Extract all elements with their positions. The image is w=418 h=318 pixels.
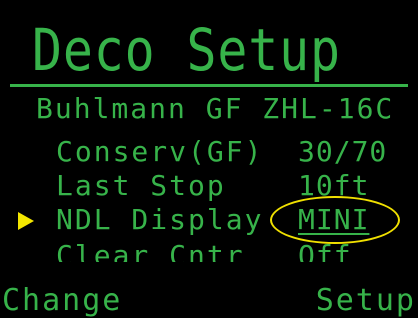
- page-title: Deco Setup: [32, 16, 341, 84]
- setting-value: Off: [298, 239, 352, 262]
- title-divider: [10, 84, 408, 87]
- setting-label: NDL Display: [56, 203, 264, 236]
- highlight-ellipse: [270, 196, 400, 244]
- setting-label: Clear Cntr: [56, 239, 245, 262]
- setting-label: Last Stop: [56, 169, 226, 202]
- selection-cursor-icon: [18, 212, 34, 230]
- setting-value: 30/70: [298, 135, 388, 168]
- algorithm-label: Buhlmann GF ZHL-16C: [36, 92, 395, 125]
- setting-row-clear-counter[interactable]: Clear Cntr Off: [0, 238, 418, 278]
- setting-label: Conserv(GF): [56, 135, 264, 168]
- setup-softkey[interactable]: Setup: [316, 284, 416, 318]
- dive-computer-screen: Deco Setup Buhlmann GF ZHL-16C Conserv(G…: [0, 0, 418, 318]
- change-softkey[interactable]: Change: [2, 284, 122, 318]
